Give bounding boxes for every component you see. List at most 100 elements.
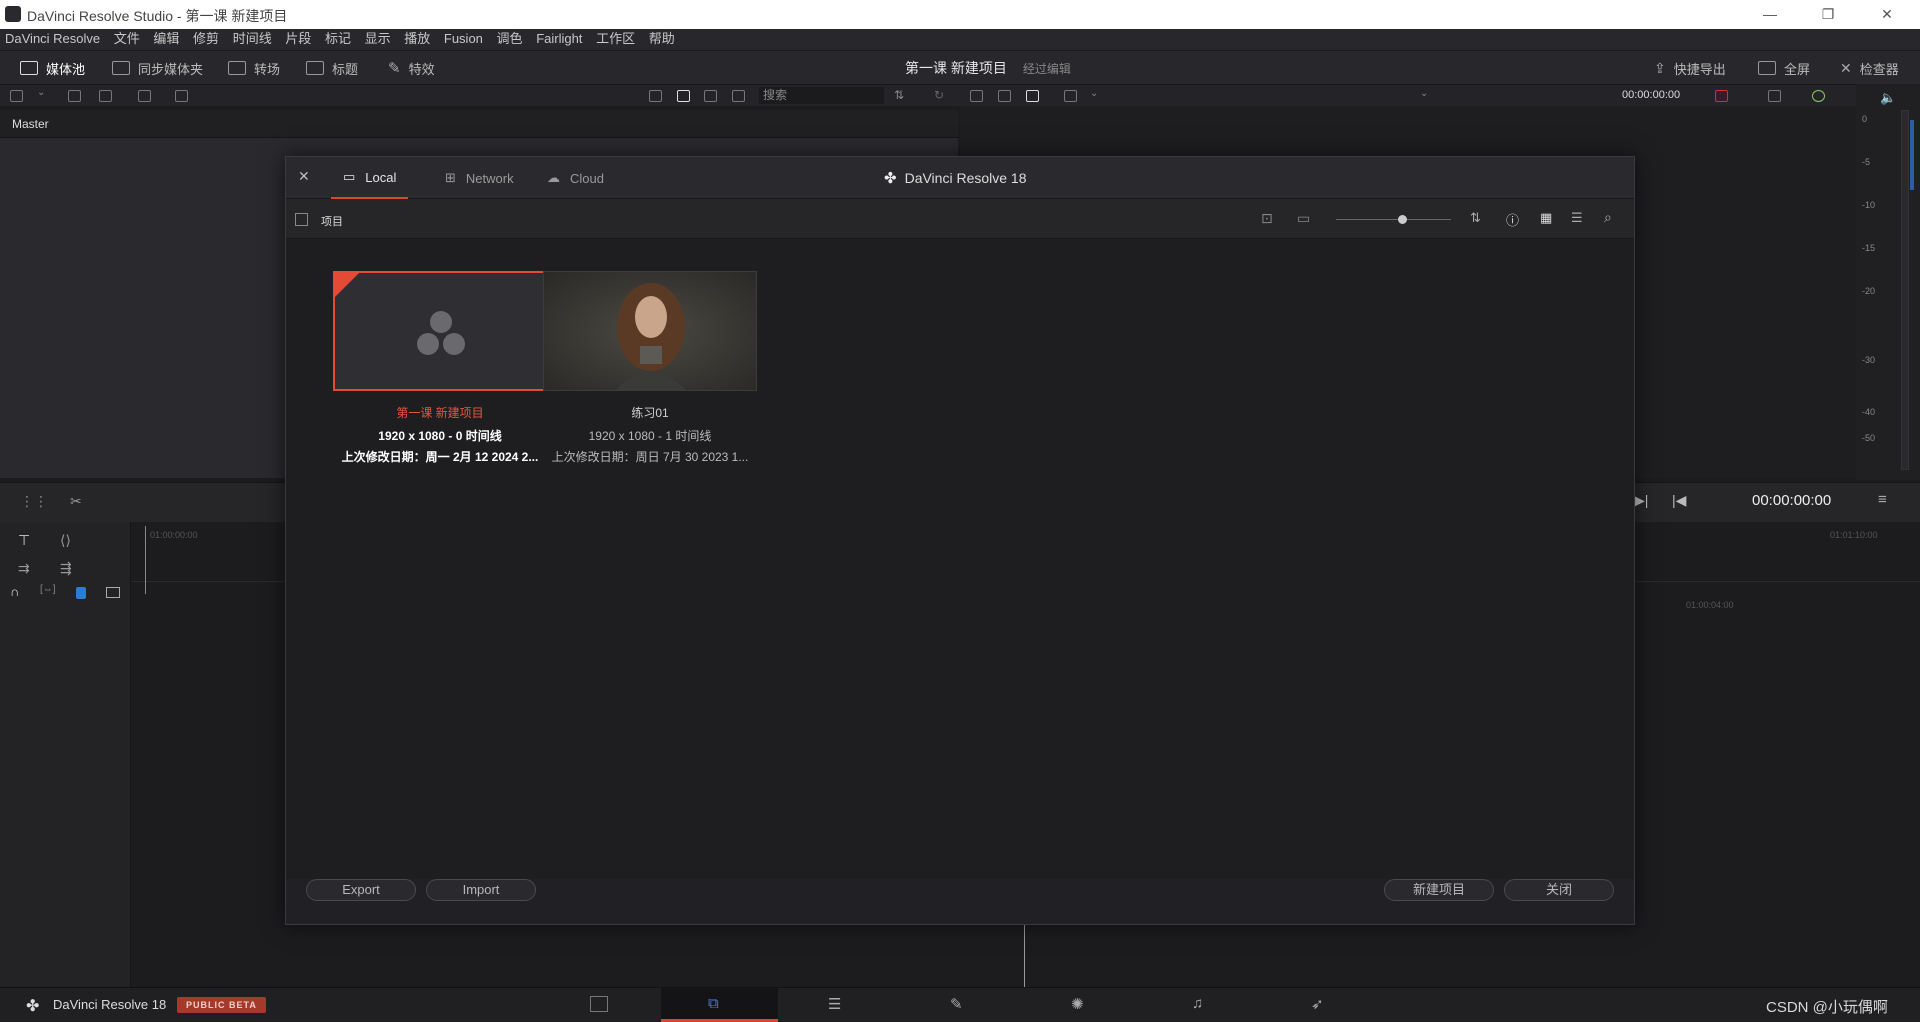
color-page-icon[interactable]: ✺: [1071, 995, 1084, 1013]
transitions-button[interactable]: 转场: [228, 51, 280, 85]
menu-color[interactable]: 调色: [492, 29, 528, 49]
transform-icon[interactable]: [1768, 90, 1781, 102]
bin-master[interactable]: Master: [12, 117, 49, 131]
export-button[interactable]: Export: [306, 879, 416, 901]
inspector-button[interactable]: ✕ 检查器: [1840, 51, 1899, 85]
new-bin-icon[interactable]: [68, 90, 81, 102]
chevron-down-icon[interactable]: ⌄: [1090, 88, 1098, 99]
menu-workspace[interactable]: 工作区: [591, 29, 640, 49]
metadata-view-icon[interactable]: [649, 90, 662, 102]
deliver-page-icon[interactable]: ➶: [1311, 995, 1324, 1013]
snap-icon[interactable]: ∩: [10, 584, 19, 599]
menu-edit[interactable]: 编辑: [148, 29, 184, 49]
ripple-icon[interactable]: ⟨⟩: [60, 532, 71, 549]
effects-button[interactable]: ✎ 特效: [388, 51, 435, 85]
tab-local[interactable]: ▭ Local: [331, 157, 409, 199]
insert-icon[interactable]: ⇉: [18, 560, 30, 577]
menu-fairlight[interactable]: Fairlight: [531, 29, 587, 49]
source-viewer-icon[interactable]: [998, 90, 1011, 102]
project-manager-dialog: ✕ ▭ Local ⊞ Network ☁ Cloud ✤ DaVinci Re…: [285, 156, 1635, 925]
list-view-icon[interactable]: ☰: [1571, 210, 1583, 226]
fusion-page-icon[interactable]: ✎: [950, 995, 963, 1013]
color-wheel-icon[interactable]: [1812, 90, 1825, 102]
viewer-mode-icon[interactable]: [970, 90, 983, 102]
play-reverse-icon[interactable]: |◀: [1672, 492, 1686, 509]
meter-scroll[interactable]: [1910, 120, 1914, 190]
playhead-lower[interactable]: [1024, 922, 1025, 987]
panel-toggle-icon[interactable]: [10, 90, 23, 102]
speaker-icon[interactable]: 🔈: [1880, 90, 1896, 106]
edit-page-icon[interactable]: ☰: [828, 995, 841, 1013]
sort-icon[interactable]: ⇅: [894, 88, 904, 102]
new-folder-icon[interactable]: ⊡: [1261, 210, 1273, 227]
fullscreen-button[interactable]: 全屏: [1758, 51, 1810, 85]
sort-icon[interactable]: ⇅: [1470, 210, 1481, 226]
menu-clip[interactable]: 片段: [280, 29, 316, 49]
media-page-icon[interactable]: [590, 996, 608, 1012]
sidebar-toggle-icon[interactable]: [295, 213, 308, 226]
titles-button[interactable]: 标题: [306, 51, 358, 85]
tab-network[interactable]: ⊞ Network: [433, 157, 526, 199]
refresh-icon[interactable]: ↻: [934, 88, 944, 102]
new-project-button[interactable]: 新建项目: [1384, 879, 1494, 901]
close-icon[interactable]: ✕: [1877, 4, 1897, 24]
flag-icon[interactable]: [76, 587, 86, 599]
minimize-icon[interactable]: —: [1760, 4, 1780, 24]
list-view-icon[interactable]: [732, 90, 745, 102]
quick-export-button[interactable]: ⇪ 快捷导出: [1654, 51, 1726, 85]
menu-icon[interactable]: ≡: [1878, 491, 1887, 508]
cut-page-icon: ⧉: [708, 995, 719, 1012]
menu-view[interactable]: 显示: [360, 29, 396, 49]
menu-fusion[interactable]: Fusion: [439, 29, 488, 49]
menu-mark[interactable]: 标记: [320, 29, 356, 49]
project-card[interactable]: 第一课 新建项目 1920 x 1080 - 0 时间线 上次修改日期：周一 2…: [333, 271, 547, 465]
info-icon[interactable]: ⓘ: [1506, 210, 1519, 229]
menu-help[interactable]: 帮助: [644, 29, 680, 49]
menu-trim[interactable]: 修剪: [188, 29, 224, 49]
project-resolution: 1920 x 1080 - 0 时间线: [378, 429, 502, 443]
thumbnail-view-icon[interactable]: [677, 90, 690, 102]
search-icon[interactable]: ⌕: [1604, 209, 1612, 226]
restore-icon[interactable]: ❐: [1818, 4, 1838, 24]
overwrite-icon[interactable]: ⇶: [60, 560, 72, 577]
playhead-upper[interactable]: [145, 526, 146, 594]
chevron-down-icon[interactable]: ⌄: [37, 87, 45, 98]
menu-davinci[interactable]: DaVinci Resolve: [0, 29, 105, 49]
project-card[interactable]: 练习01 1920 x 1080 - 1 时间线 上次修改日期：周日 7月 30…: [543, 271, 757, 465]
menu-timeline[interactable]: 时间线: [228, 29, 277, 49]
monitor-icon[interactable]: ▭: [1297, 210, 1310, 227]
marker-icon[interactable]: [106, 587, 120, 598]
media-pool-label: 媒体池: [46, 61, 86, 77]
tab-cloud[interactable]: ☁ Cloud: [535, 157, 616, 199]
link-icon[interactable]: [175, 90, 188, 102]
project-thumbnail[interactable]: [543, 271, 757, 391]
lock-track-icon[interactable]: ⊤: [18, 532, 30, 549]
record-icon[interactable]: [1715, 90, 1728, 102]
menu-playback[interactable]: 播放: [399, 29, 435, 49]
search-input[interactable]: 搜索: [759, 87, 884, 104]
filmstrip-view-icon[interactable]: [704, 90, 717, 102]
project-thumbnail[interactable]: [333, 271, 547, 391]
zoom-slider[interactable]: [1336, 219, 1451, 220]
viewer-options-icon[interactable]: [1064, 90, 1077, 102]
zoom-icon[interactable]: ⋮⋮: [20, 493, 48, 510]
import-button[interactable]: Import: [426, 879, 536, 901]
link-clips-icon[interactable]: [⇔]: [40, 584, 56, 595]
sync-bin-icon: [112, 61, 130, 75]
grid-view-icon[interactable]: ▦: [1540, 210, 1552, 226]
media-pool-button[interactable]: 媒体池: [20, 51, 85, 85]
close-button[interactable]: 关闭: [1504, 879, 1614, 901]
meter-label-40: -40: [1862, 407, 1876, 417]
close-dialog-icon[interactable]: ✕: [298, 168, 310, 185]
sync-bin-button[interactable]: 同步媒体夹: [112, 51, 203, 85]
play-forward-icon[interactable]: ▶|: [1634, 492, 1648, 509]
zoom-slider-handle[interactable]: [1398, 215, 1407, 224]
scissors-icon[interactable]: ✂: [70, 493, 82, 510]
fairlight-page-icon[interactable]: ♫: [1192, 995, 1203, 1012]
menu-file[interactable]: 文件: [109, 29, 145, 49]
timeline-dropdown-icon[interactable]: ⌄: [1420, 88, 1428, 99]
sync-icon[interactable]: [138, 90, 151, 102]
dual-viewer-icon[interactable]: [1026, 90, 1039, 102]
new-timeline-icon[interactable]: [99, 90, 112, 102]
cut-page-tab[interactable]: ⧉: [661, 988, 778, 1022]
